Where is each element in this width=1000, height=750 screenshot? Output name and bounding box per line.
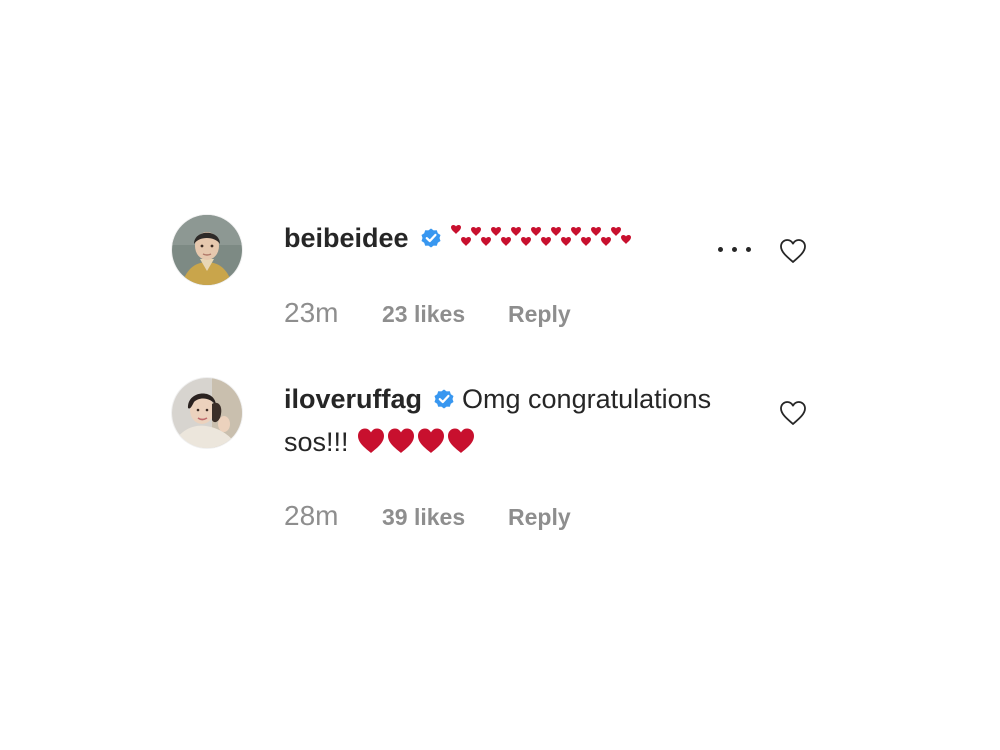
comment-likes[interactable]: 23 likes bbox=[382, 294, 508, 334]
heart-outline-icon[interactable] bbox=[779, 400, 807, 426]
small-red-hearts-emoji bbox=[450, 221, 637, 261]
red-hearts-emoji bbox=[357, 426, 477, 466]
comment-content: beibeidee bbox=[284, 218, 744, 261]
comment-body: iloveruffag Omg congratulations sos!!! 28… bbox=[284, 378, 744, 536]
more-options-icon[interactable] bbox=[718, 242, 754, 258]
username[interactable]: beibeidee bbox=[284, 223, 409, 253]
reply-button[interactable]: Reply bbox=[508, 504, 571, 530]
username[interactable]: iloveruffag bbox=[284, 384, 422, 414]
comment-likes[interactable]: 39 likes bbox=[382, 497, 508, 537]
comment-body: beibeidee 23m 23 likes Reply bbox=[284, 215, 744, 333]
comment-meta: 28m 39 likes Reply bbox=[284, 496, 744, 536]
reply-button[interactable]: Reply bbox=[508, 301, 571, 327]
comment-time[interactable]: 28m bbox=[284, 496, 382, 536]
heart-outline-icon[interactable] bbox=[779, 238, 807, 264]
avatar[interactable] bbox=[172, 378, 242, 448]
comment-content: iloveruffag Omg congratulations sos!!! bbox=[284, 379, 744, 466]
comment-time[interactable]: 23m bbox=[284, 293, 382, 333]
comment-meta: 23m 23 likes Reply bbox=[284, 293, 744, 333]
verified-badge-icon bbox=[419, 221, 443, 261]
avatar[interactable] bbox=[172, 215, 242, 285]
verified-badge-icon bbox=[432, 382, 456, 422]
comments-panel: beibeidee 23m 23 likes Reply iloveruffag… bbox=[0, 0, 1000, 750]
